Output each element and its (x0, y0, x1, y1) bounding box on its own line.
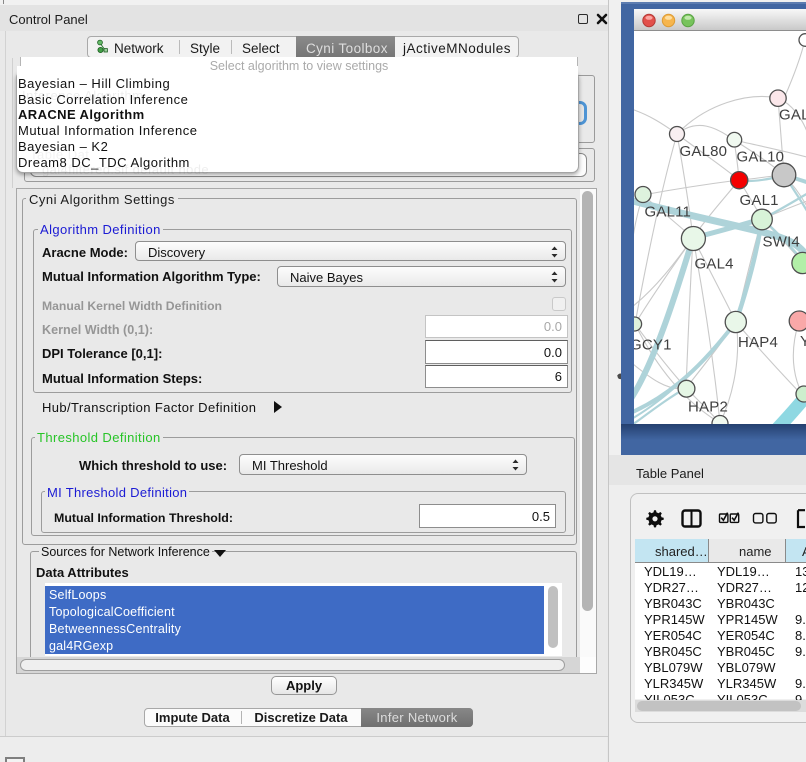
svg-text:GAL11: GAL11 (645, 204, 692, 221)
svg-text:GAL: GAL (779, 107, 806, 124)
svg-text:GAL4: GAL4 (695, 256, 734, 273)
svg-text:HAP4: HAP4 (738, 334, 778, 351)
svg-text:GAL80: GAL80 (680, 143, 728, 160)
svg-text:GAL10: GAL10 (737, 149, 785, 166)
svg-text:SWI4: SWI4 (763, 234, 800, 251)
svg-text:Y: Y (800, 333, 806, 350)
svg-text:GCY1: GCY1 (634, 337, 672, 354)
svg-text:GAL1: GAL1 (740, 192, 779, 209)
svg-text:HAP2: HAP2 (688, 399, 728, 416)
